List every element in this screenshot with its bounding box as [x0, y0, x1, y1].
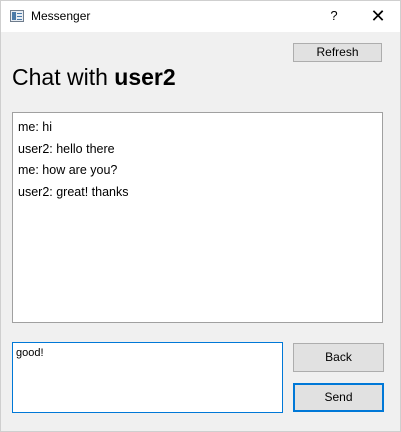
help-button[interactable]: ? — [323, 5, 345, 27]
title-bar: Messenger ? ✕ — [1, 1, 400, 32]
back-button[interactable]: Back — [293, 343, 384, 372]
page-title: Chat with user2 — [12, 64, 176, 91]
title-prefix: Chat with — [12, 64, 115, 90]
chat-username: user2 — [114, 64, 176, 90]
message-input[interactable]: good! — [12, 342, 283, 413]
refresh-button[interactable]: Refresh — [293, 43, 382, 62]
messenger-window: Messenger ? ✕ Refresh Chat with user2 me… — [0, 0, 401, 432]
chat-log[interactable]: me: hi user2: hello there me: how are yo… — [12, 112, 383, 323]
send-button[interactable]: Send — [293, 383, 384, 412]
window-title: Messenger — [31, 9, 91, 23]
close-button[interactable]: ✕ — [367, 5, 389, 27]
app-window-icon — [10, 10, 24, 22]
chat-message: me: how are you? — [18, 163, 118, 177]
chat-message: user2: great! thanks — [18, 184, 129, 199]
chat-message: user2: hello there — [18, 141, 115, 156]
chat-message: me: hi — [18, 120, 53, 134]
